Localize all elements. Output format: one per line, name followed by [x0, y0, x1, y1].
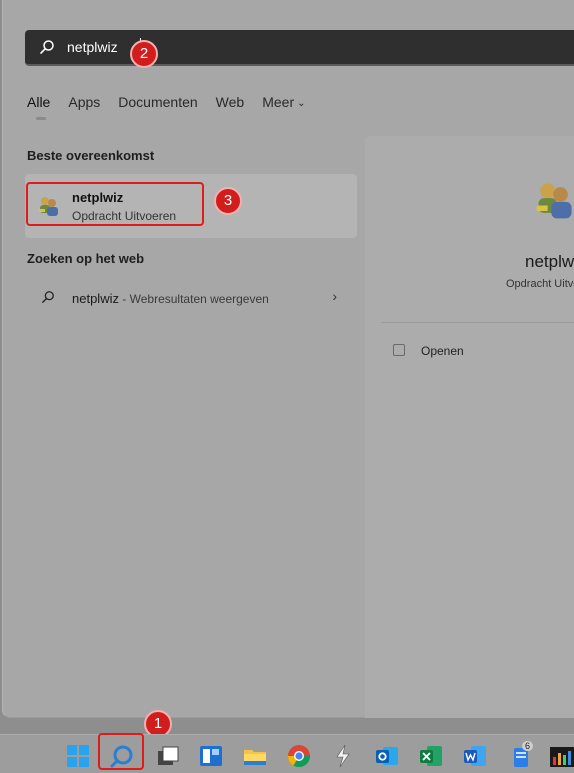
step-marker-2: 2 — [130, 40, 158, 68]
active-tab-indicator — [36, 117, 46, 120]
chevron-right-icon: › — [332, 288, 337, 304]
task-view-icon[interactable] — [155, 743, 181, 769]
web-result-text: netplwiz - Webresultaten weergeven — [72, 291, 269, 306]
tab-apps[interactable]: Apps — [68, 94, 100, 118]
preview-title: netplwiz — [525, 252, 574, 271]
preview-subtitle: Opdracht Uitvoeren — [506, 278, 574, 290]
tab-all[interactable]: Alle — [27, 94, 50, 118]
start-search-panel: netplwiz 2 Alle Apps Documenten Web Meer… — [2, 0, 574, 718]
best-match-result[interactable]: netplwiz Opdracht Uitvoeren — [25, 174, 357, 238]
users-icon — [536, 183, 572, 219]
best-match-name: netplwiz — [72, 190, 124, 205]
best-match-subtitle: Opdracht Uitvoeren — [72, 209, 177, 223]
outlook-icon[interactable] — [374, 743, 400, 769]
step-marker-3: 3 — [214, 187, 242, 215]
search-icon — [40, 40, 54, 54]
file-explorer-icon[interactable] — [242, 743, 268, 769]
tab-more[interactable]: Meer ⌄ — [262, 94, 305, 118]
equalizer-app-icon[interactable] — [550, 743, 574, 769]
search-icon — [42, 291, 54, 303]
web-search-result[interactable]: netplwiz - Webresultaten weergeven › — [25, 282, 357, 314]
app-s-icon[interactable] — [330, 743, 356, 769]
divider — [381, 322, 574, 323]
web-search-heading: Zoeken op het web — [27, 251, 145, 266]
chevron-down-icon: ⌄ — [297, 98, 306, 109]
widgets-icon[interactable] — [198, 743, 224, 769]
search-query-text[interactable]: netplwiz — [67, 39, 118, 55]
search-input[interactable]: netplwiz — [25, 30, 574, 66]
notification-badge: 6 — [522, 741, 534, 751]
tab-more-label: Meer — [262, 94, 295, 110]
preview-pane: netplwiz Opdracht Uitvoeren Openen — [365, 136, 574, 718]
web-result-suffix: - Webresultaten weergeven — [118, 292, 269, 306]
tab-documents[interactable]: Documenten — [118, 94, 197, 118]
filter-tabs: Alle Apps Documenten Web Meer ⌄ — [27, 94, 324, 118]
best-match-heading: Beste overeenkomst — [27, 148, 155, 163]
open-action[interactable]: Openen — [421, 344, 464, 358]
excel-icon[interactable] — [418, 743, 444, 769]
windows-start-icon[interactable] — [65, 743, 91, 769]
users-icon — [39, 197, 58, 216]
web-result-query: netplwiz — [72, 291, 119, 306]
word-icon[interactable] — [462, 743, 488, 769]
search-icon[interactable] — [109, 743, 135, 769]
open-icon — [393, 344, 405, 356]
chrome-icon[interactable] — [286, 743, 312, 769]
taskbar: 6 — [0, 733, 574, 773]
tab-web[interactable]: Web — [216, 94, 245, 118]
